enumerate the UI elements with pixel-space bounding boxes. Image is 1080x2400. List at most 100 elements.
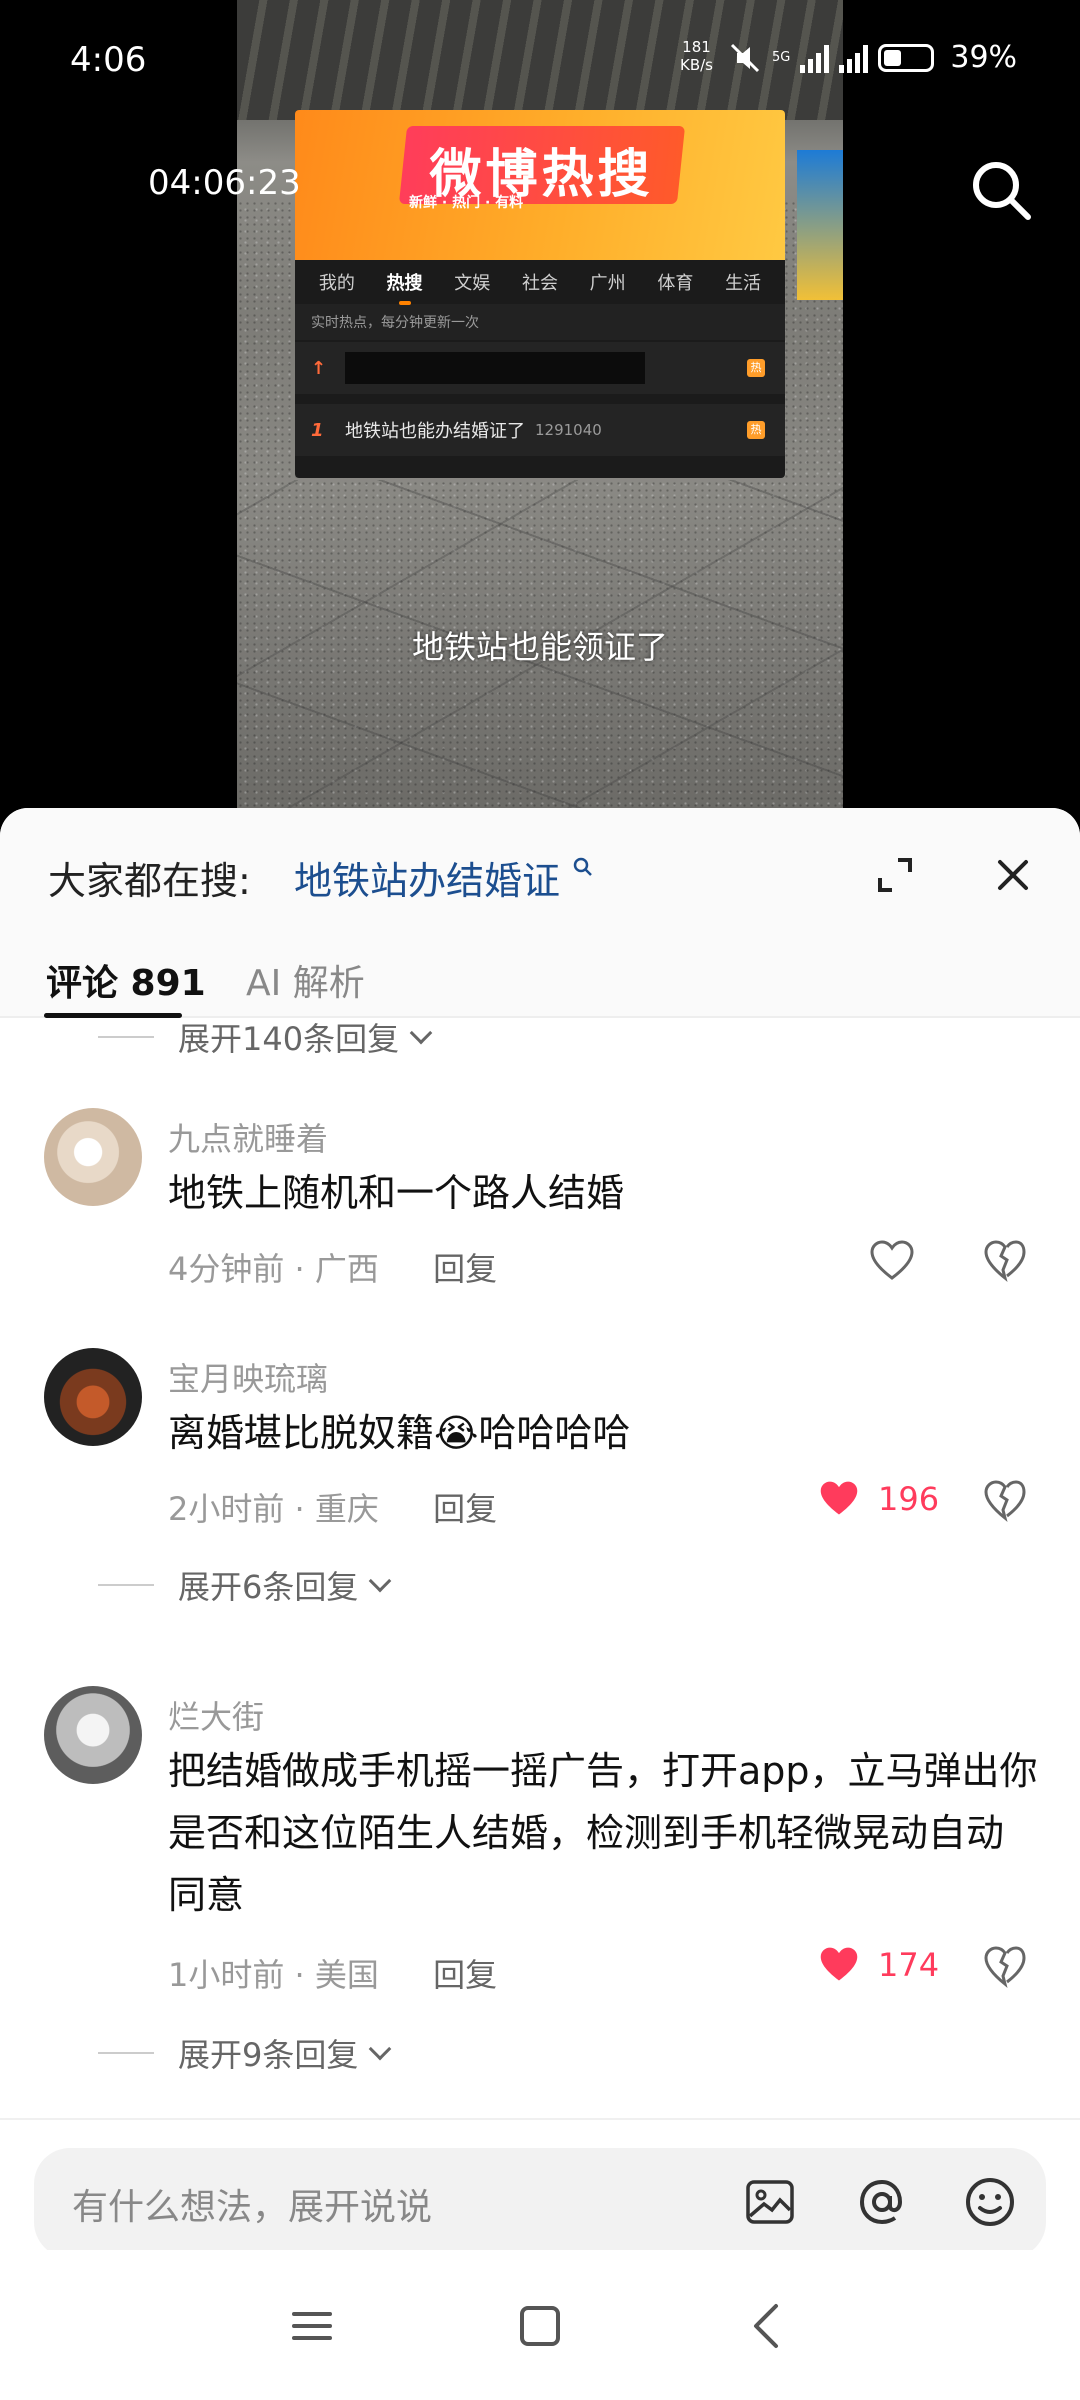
menu-icon[interactable] bbox=[284, 2298, 340, 2354]
video-player[interactable]: 微博热搜 新鲜 · 热门 · 有料 我的 热搜 文娱 社会 广州 体育 生活 实… bbox=[0, 0, 1080, 810]
like-count: 174 bbox=[878, 1946, 940, 1984]
hot-search-tabs: 我的 热搜 文娱 社会 广州 体育 生活 bbox=[295, 260, 785, 305]
expand-replies-label: 展开6条回复 bbox=[178, 1568, 359, 1606]
hot-tab-hot: 热搜 bbox=[387, 269, 423, 305]
hot-tab-society: 社会 bbox=[521, 273, 558, 294]
suggest-query-text: 地铁站办结婚证 bbox=[294, 859, 561, 903]
comment-meta: 2小时前 · 重庆 回复 bbox=[168, 1484, 497, 1530]
hot-title: 地铁站也能办结婚证了 bbox=[345, 421, 525, 442]
hot-search-pinned-row: ↑ 热 bbox=[295, 342, 785, 394]
at-icon[interactable] bbox=[852, 2172, 912, 2232]
comment-author[interactable]: 烂大街 bbox=[168, 1692, 264, 1738]
network-type: 5G bbox=[772, 50, 791, 65]
comment-input[interactable]: 有什么想法，展开说说 bbox=[34, 2148, 1046, 2258]
comment-time-location: 2小时前 · 重庆 bbox=[168, 1490, 379, 1528]
comment-meta: 1小时前 · 美国 回复 bbox=[168, 1950, 497, 1996]
suggest-query-link[interactable]: 地铁站办结婚证 bbox=[294, 850, 594, 905]
like-button[interactable]: 196 bbox=[816, 1478, 939, 1520]
comment-time-location: 1小时前 · 美国 bbox=[168, 1956, 379, 1994]
hot-rank: 1 bbox=[311, 419, 324, 441]
chevron-down-icon bbox=[369, 1569, 392, 1593]
heart-icon bbox=[820, 1947, 858, 1981]
weibo-hot-search-card: 微博热搜 新鲜 · 热门 · 有料 我的 热搜 文娱 社会 广州 体育 生活 实… bbox=[295, 110, 785, 478]
comment-text[interactable]: 离婚堪比脱奴籍😭哈哈哈哈 bbox=[168, 1402, 1038, 1464]
hot-badge: 热 bbox=[747, 359, 765, 377]
expand-replies-button[interactable]: 展开140条回复 bbox=[98, 1014, 433, 1060]
comment-sheet: 大家都在搜: 地铁站办结婚证 评论 891 AI 解析 展开140条回复 九点就… bbox=[0, 808, 1080, 2400]
back-icon[interactable] bbox=[740, 2298, 796, 2354]
image-icon[interactable] bbox=[740, 2172, 800, 2232]
chevron-down-icon bbox=[369, 2037, 392, 2061]
broken-heart-icon[interactable] bbox=[982, 1238, 1028, 1284]
comment-text[interactable]: 把结婚做成手机摇一摇广告，打开app，立马弹出你是否和这位陌生人结婚，检测到手机… bbox=[168, 1740, 1038, 1926]
comment-author[interactable]: 宝月映琉璃 bbox=[168, 1354, 328, 1400]
divider bbox=[98, 1036, 154, 1038]
video-ad-panel bbox=[797, 150, 843, 300]
mute-icon bbox=[730, 43, 760, 72]
heart-icon[interactable] bbox=[868, 1238, 916, 1284]
reply-button[interactable]: 回复 bbox=[433, 1490, 497, 1528]
like-count: 196 bbox=[878, 1480, 940, 1518]
tab-comments[interactable]: 评论 891 bbox=[46, 954, 206, 1006]
status-icons: 5G 39% bbox=[728, 40, 1017, 75]
video-subtitle: 地铁站也能领证了 bbox=[411, 628, 668, 666]
hot-search-tagline: 新鲜 · 热门 · 有料 bbox=[409, 195, 524, 211]
expand-replies-button[interactable]: 展开6条回复 bbox=[98, 1562, 392, 1608]
expand-replies-label: 展开9条回复 bbox=[178, 2036, 359, 2074]
hot-tab-entertainment: 文娱 bbox=[454, 273, 491, 294]
hot-search-banner: 微博热搜 新鲜 · 热门 · 有料 bbox=[295, 110, 785, 260]
hot-search-row: 1 地铁站也能办结婚证了 1291040 热 bbox=[295, 404, 785, 456]
heart-icon bbox=[820, 1481, 858, 1515]
reply-button[interactable]: 回复 bbox=[433, 1250, 497, 1288]
avatar[interactable] bbox=[44, 1108, 142, 1206]
sheet-tabs: 评论 891 AI 解析 bbox=[0, 926, 1080, 1018]
broken-heart-icon[interactable] bbox=[982, 1478, 1028, 1524]
video-timestamp: 04:06:23 bbox=[148, 163, 301, 203]
small-search-icon bbox=[573, 857, 592, 876]
expand-replies-label: 展开140条回复 bbox=[178, 1020, 400, 1058]
reply-button[interactable]: 回复 bbox=[433, 1956, 497, 1994]
expand-replies-button[interactable]: 展开9条回复 bbox=[98, 2030, 392, 2076]
hot-tab-sports: 体育 bbox=[657, 273, 694, 294]
network-speed-value: 181 bbox=[682, 38, 711, 56]
chevron-down-icon bbox=[409, 1021, 433, 1045]
suggest-label: 大家都在搜: bbox=[48, 859, 251, 903]
divider bbox=[98, 1584, 154, 1586]
expand-icon[interactable] bbox=[872, 852, 918, 898]
battery-icon bbox=[878, 43, 935, 72]
broken-heart-icon[interactable] bbox=[982, 1944, 1028, 1990]
divider bbox=[98, 2052, 154, 2054]
hot-pinned-rank: ↑ bbox=[311, 357, 327, 379]
hot-tab-life: 生活 bbox=[725, 273, 762, 294]
comment-list: 展开140条回复 九点就睡着 地铁上随机和一个路人结婚 4分钟前 · 广西 回复… bbox=[0, 1018, 1080, 2118]
emoji-icon[interactable] bbox=[960, 2172, 1020, 2232]
battery-percent: 39% bbox=[950, 40, 1018, 75]
comment-input-placeholder: 有什么想法，展开说说 bbox=[72, 2187, 433, 2228]
system-nav-bar bbox=[0, 2250, 1080, 2400]
battery-fill bbox=[884, 49, 902, 66]
network-speed: 181 KB/s bbox=[680, 38, 713, 74]
home-icon[interactable] bbox=[512, 2298, 568, 2354]
network-speed-unit: KB/s bbox=[680, 56, 713, 74]
status-bar: 4:06 181 KB/s 5G 39% bbox=[0, 0, 1080, 120]
avatar[interactable] bbox=[44, 1348, 142, 1446]
like-button[interactable]: 174 bbox=[816, 1944, 939, 1986]
comment-input-area: 有什么想法，展开说说 bbox=[0, 2118, 1080, 2268]
comment-text[interactable]: 地铁上随机和一个路人结婚 bbox=[168, 1162, 1038, 1224]
comment-author[interactable]: 九点就睡着 bbox=[168, 1114, 328, 1160]
comment-meta: 4分钟前 · 广西 回复 bbox=[168, 1244, 497, 1290]
search-icon[interactable] bbox=[966, 155, 1036, 225]
close-icon[interactable] bbox=[990, 852, 1036, 898]
hot-badge: 热 bbox=[747, 421, 765, 439]
signal-icon bbox=[800, 43, 830, 73]
signal-2-icon bbox=[839, 43, 869, 73]
sheet-header: 大家都在搜: 地铁站办结婚证 bbox=[0, 808, 1080, 926]
redacted-block bbox=[345, 352, 645, 384]
comment-time-location: 4分钟前 · 广西 bbox=[168, 1250, 379, 1288]
tab-ai-analysis[interactable]: AI 解析 bbox=[246, 954, 365, 1006]
avatar[interactable] bbox=[44, 1686, 142, 1784]
hot-count: 1291040 bbox=[535, 421, 602, 439]
hot-tab-mine: 我的 bbox=[318, 273, 355, 294]
hot-search-note: 实时热点，每分钟更新一次 bbox=[295, 304, 785, 340]
hot-tab-guangzhou: 广州 bbox=[589, 273, 626, 294]
